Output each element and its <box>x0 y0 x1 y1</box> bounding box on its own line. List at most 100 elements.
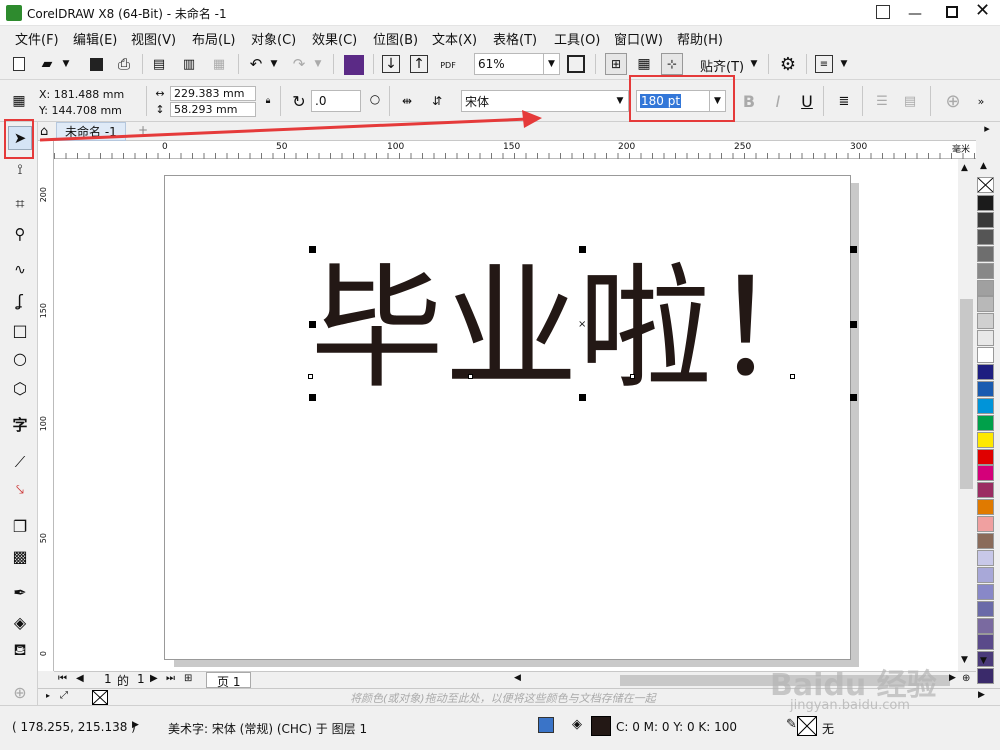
hscroll-right-icon[interactable]: ▶ <box>949 673 956 683</box>
selection-handle[interactable] <box>309 394 316 401</box>
color-swatch[interactable] <box>977 414 994 431</box>
drawing-canvas[interactable]: 毕业啦！ × ▲ ▼ <box>54 159 975 671</box>
color-swatch[interactable] <box>977 482 994 499</box>
rotation-angle-field[interactable]: .0 <box>311 90 361 112</box>
status-expand-icon[interactable]: ▶ <box>132 720 139 730</box>
smart-fill-tool-icon[interactable]: ⛾ <box>8 638 32 662</box>
lock-ratio-icon[interactable]: 🔒︎ <box>262 94 274 108</box>
font-family-select[interactable]: 宋体 ▼ <box>461 90 629 112</box>
color-swatch[interactable] <box>977 262 994 279</box>
undo-dropdown-icon[interactable]: ▼ <box>268 55 280 73</box>
undo-icon[interactable]: ↶ <box>247 55 265 73</box>
color-eyedropper-tool-icon[interactable]: ✒ <box>8 580 32 604</box>
menu-layout[interactable]: 布局(L) <box>192 29 235 48</box>
horizontal-scroll-thumb[interactable] <box>620 675 950 686</box>
zoom-level-field[interactable]: 61% ▼ <box>474 53 560 75</box>
character-node[interactable] <box>790 374 795 379</box>
color-swatch[interactable] <box>977 465 994 482</box>
menu-file[interactable]: 文件(F) <box>15 29 59 48</box>
palette-scroll-down-icon[interactable]: ▼ <box>980 656 987 666</box>
reference-point-icon[interactable]: ▦ <box>10 92 28 110</box>
last-page-icon[interactable]: ⏭ <box>166 673 175 684</box>
font-family-dropdown-icon[interactable]: ▼ <box>612 91 628 111</box>
bold-icon[interactable]: B <box>741 92 757 111</box>
color-swatch[interactable] <box>977 499 994 516</box>
width-field[interactable]: 229.383 mm <box>170 86 256 101</box>
menu-text[interactable]: 文本(X) <box>432 29 477 48</box>
pdf-icon[interactable]: PDF <box>438 55 458 75</box>
color-swatch[interactable] <box>977 431 994 448</box>
color-swatch[interactable] <box>977 668 994 685</box>
menu-table[interactable]: 表格(T) <box>493 29 537 48</box>
menu-window[interactable]: 窗口(W) <box>614 29 663 48</box>
close-button[interactable]: ✕ <box>975 0 990 21</box>
artistic-text-object[interactable]: 毕业啦！ <box>310 239 890 419</box>
fill-color-swatch[interactable] <box>591 716 611 736</box>
color-swatch[interactable] <box>977 448 994 465</box>
open-folder-icon[interactable]: ▰ <box>38 55 56 73</box>
show-guidelines-icon[interactable]: ⊹ <box>661 53 683 75</box>
font-size-select[interactable]: 180 pt ▼ <box>636 90 726 112</box>
color-swatch[interactable] <box>977 195 994 211</box>
maximize-button[interactable] <box>946 6 958 18</box>
full-screen-icon[interactable] <box>567 55 585 73</box>
show-grid-icon[interactable]: ▦ <box>633 53 655 75</box>
user-icon[interactable] <box>876 5 890 19</box>
scroll-down-icon[interactable]: ▼ <box>961 655 968 665</box>
color-swatch[interactable] <box>977 380 994 397</box>
selection-handle[interactable] <box>850 394 857 401</box>
color-swatch[interactable] <box>977 600 994 617</box>
search-content-icon[interactable] <box>344 55 364 75</box>
text-tool-icon[interactable]: 字 <box>8 412 32 436</box>
mirror-horizontal-icon[interactable]: ⇹ <box>397 92 417 110</box>
selection-handle[interactable] <box>579 246 586 253</box>
color-swatch[interactable] <box>977 364 994 380</box>
mirror-vertical-icon[interactable]: ⇵ <box>427 92 447 110</box>
selection-handle[interactable] <box>309 321 316 328</box>
menu-view[interactable]: 视图(V) <box>131 29 176 48</box>
import-icon[interactable]: ↓ <box>382 55 400 73</box>
vertical-ruler[interactable]: 200 150 100 50 0 <box>38 141 54 671</box>
crop-tool-icon[interactable]: ⌗ <box>8 192 32 216</box>
bullet-list-icon[interactable]: ☰ <box>872 92 892 110</box>
freehand-tool-icon[interactable]: ∿ <box>8 258 32 282</box>
color-swatch[interactable] <box>977 634 994 651</box>
menu-tools[interactable]: 工具(O) <box>554 29 600 48</box>
color-swatch[interactable] <box>977 566 994 583</box>
new-document-icon[interactable] <box>10 55 28 73</box>
next-page-icon[interactable]: ▶ <box>150 673 158 684</box>
character-node[interactable] <box>630 374 635 379</box>
menu-edit[interactable]: 编辑(E) <box>73 29 117 48</box>
zoom-dropdown-icon[interactable]: ▼ <box>543 54 559 74</box>
palette-menu-icon[interactable]: ▸ <box>46 691 50 700</box>
options-gear-icon[interactable]: ⚙ <box>778 54 798 75</box>
prev-page-icon[interactable]: ◀ <box>76 673 84 684</box>
underline-icon[interactable]: U <box>799 92 815 111</box>
interactive-fill-tool-icon[interactable]: ◈ <box>8 610 32 634</box>
color-swatch[interactable] <box>977 533 994 549</box>
no-color-swatch[interactable] <box>977 177 994 193</box>
vertical-scroll-thumb[interactable] <box>960 299 973 489</box>
color-swatch[interactable] <box>977 397 994 414</box>
color-swatch[interactable] <box>977 549 994 566</box>
color-swatch[interactable] <box>977 228 994 245</box>
height-field[interactable]: 58.293 mm <box>170 102 256 117</box>
color-swatch[interactable] <box>977 313 994 330</box>
color-swatch[interactable] <box>977 296 994 313</box>
application-launcher-icon[interactable]: ≡ <box>815 55 833 73</box>
character-node[interactable] <box>468 374 473 379</box>
color-swatch[interactable] <box>977 583 994 600</box>
add-tab-icon[interactable]: + <box>138 123 152 137</box>
color-swatch[interactable] <box>977 330 994 347</box>
first-page-icon[interactable]: ⏮ <box>58 673 67 684</box>
polygon-tool-icon[interactable]: ⬡ <box>8 376 32 400</box>
rectangle-tool-icon[interactable]: □ <box>8 318 32 342</box>
doc-palette-no-color-swatch[interactable] <box>92 690 108 705</box>
color-swatch[interactable] <box>977 211 994 228</box>
selection-handle[interactable] <box>579 394 586 401</box>
color-proof-icon[interactable] <box>538 717 554 733</box>
print-icon[interactable]: ⎙ <box>115 55 133 73</box>
drop-cap-icon[interactable]: ▤ <box>900 92 920 110</box>
color-swatch[interactable] <box>977 516 994 533</box>
save-icon[interactable] <box>87 55 105 73</box>
